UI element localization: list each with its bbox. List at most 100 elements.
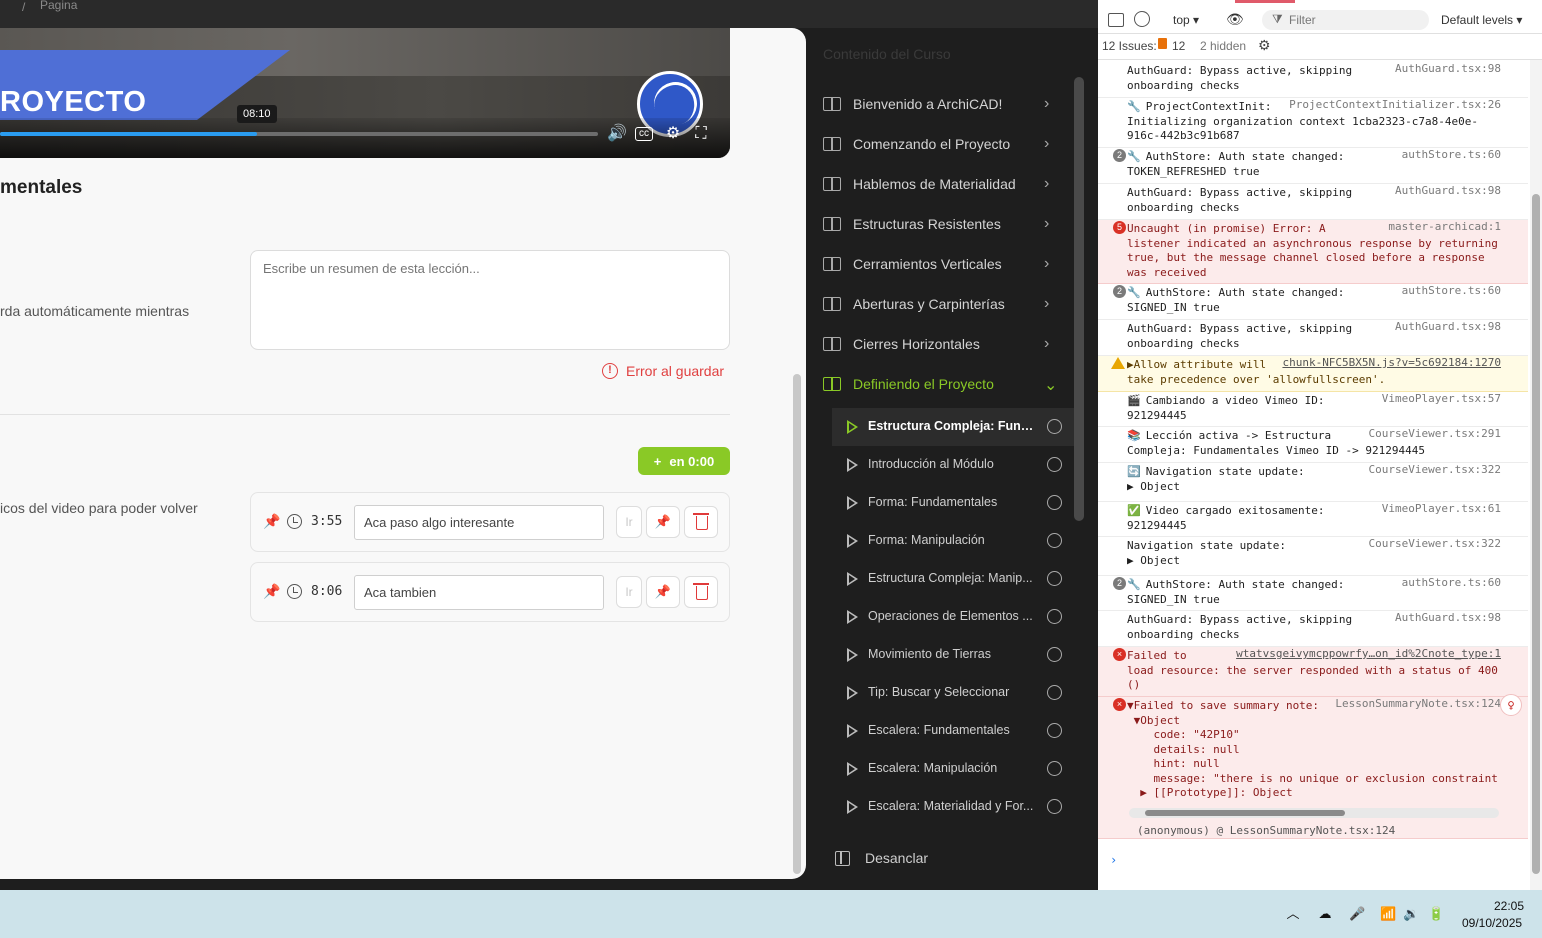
completion-circle-icon[interactable]	[1047, 799, 1062, 814]
video-progress-track[interactable]	[0, 132, 598, 136]
console-message[interactable]: AuthGuard: Bypass active, skipping onboa…	[1098, 62, 1528, 98]
fullscreen-icon[interactable]: ⛶	[691, 124, 711, 144]
lesson-item[interactable]: Forma: Fundamentales	[832, 484, 1074, 522]
source-link[interactable]: AuthGuard.tsx:98	[1395, 320, 1501, 335]
object-hscrollbar[interactable]	[1129, 808, 1499, 818]
note-timestamp[interactable]: 3:55	[311, 514, 342, 529]
note-text-input[interactable]	[354, 505, 604, 540]
source-link[interactable]: AuthGuard.tsx:98	[1395, 184, 1501, 199]
video-player[interactable]: ROYECTO 08:10 🔊 cc ⚙ ⛶	[0, 28, 730, 158]
sidebar-toggle-icon[interactable]	[1108, 13, 1124, 27]
console-message[interactable]: 2 🔧 AuthStore: Auth state changed: TOKEN_R…	[1098, 148, 1528, 184]
console-message[interactable]: 2 🔧 AuthStore: Auth state changed: SIGNED_…	[1098, 284, 1528, 320]
chapter-item[interactable]: Bienvenido a ArchiCAD! ›	[806, 85, 1074, 125]
lesson-item[interactable]: Estructura Compleja: Funda...	[832, 408, 1074, 446]
completion-circle-icon[interactable]	[1047, 457, 1062, 472]
note-text-input[interactable]	[354, 575, 604, 610]
source-link[interactable]: LessonSummaryNote.tsx:124	[1335, 697, 1501, 712]
chapter-item[interactable]: Comenzando el Proyecto ›	[806, 125, 1074, 165]
lesson-item[interactable]: Escalera: Fundamentales	[832, 712, 1074, 750]
source-link[interactable]: VimeoPlayer.tsx:61	[1382, 502, 1501, 517]
clock-date[interactable]: 09/10/2025	[1462, 916, 1522, 930]
eye-icon[interactable]: 👁	[1226, 11, 1244, 28]
completion-circle-icon[interactable]	[1047, 647, 1062, 662]
console-message[interactable]: 🔄 Navigation state update: ▶ Object Course…	[1098, 463, 1528, 502]
console-message[interactable]: × Failed to load resource: the server res…	[1098, 647, 1528, 697]
pin-note-button[interactable]: 📌	[646, 576, 680, 608]
mic-icon[interactable]: 🎤	[1349, 906, 1365, 922]
console-message[interactable]: 🔧 ProjectContextInit: Initializing organi…	[1098, 98, 1528, 148]
lesson-item[interactable]: Tip: Buscar y Seleccionar	[832, 674, 1074, 712]
lesson-item[interactable]: Forma: Manipulación	[832, 522, 1074, 560]
hidden-count[interactable]: 2 hidden	[1200, 39, 1246, 53]
console-message[interactable]: AuthGuard: Bypass active, skipping onboa…	[1098, 184, 1528, 220]
captions-icon[interactable]: cc	[635, 127, 653, 141]
source-link[interactable]: authStore.ts:60	[1402, 148, 1501, 163]
source-link[interactable]: AuthGuard.tsx:98	[1395, 611, 1501, 626]
source-link[interactable]: authStore.ts:60	[1402, 576, 1501, 591]
lesson-item[interactable]: Estructura Compleja: Manip...	[832, 560, 1074, 598]
source-link[interactable]: wtatvsgeivymcppowrfy…on_id%2Cnote_type:1	[1236, 647, 1501, 662]
console-message[interactable]: 📚 Lección activa -> Estructura Compleja: …	[1098, 427, 1528, 463]
console-prompt[interactable]: ›	[1110, 853, 1117, 867]
lesson-item[interactable]: Escalera: Materialidad y For...	[832, 788, 1074, 826]
source-link[interactable]: CourseViewer.tsx:322	[1369, 463, 1501, 478]
console-message[interactable]: 2 🔧 AuthStore: Auth state changed: SIGNED_…	[1098, 576, 1528, 611]
chapter-item[interactable]: Hablemos de Materialidad ›	[806, 165, 1074, 205]
console-message[interactable]: AuthGuard: Bypass active, skipping onboa…	[1098, 611, 1528, 647]
battery-icon[interactable]: 🔋	[1428, 906, 1444, 922]
console-message[interactable]: AuthGuard: Bypass active, skipping onboa…	[1098, 320, 1528, 356]
chapter-item[interactable]: Aberturas y Carpinterías ›	[806, 285, 1074, 325]
chapter-item[interactable]: Cierres Horizontales ›	[806, 325, 1074, 365]
completion-circle-icon[interactable]	[1047, 609, 1062, 624]
chapter-item[interactable]: Estructuras Resistentes ›	[806, 205, 1074, 245]
breadcrumb-current[interactable]: Pagina	[40, 0, 77, 12]
cloud-icon[interactable]: ☁	[1317, 906, 1333, 922]
issues-count[interactable]: 12	[1172, 39, 1185, 53]
lesson-item[interactable]: Movimiento de Tierras	[832, 636, 1074, 674]
clear-console-icon[interactable]	[1134, 11, 1150, 27]
console-settings-icon[interactable]: ⚙	[1258, 37, 1271, 54]
go-to-time-button[interactable]: Ir	[616, 506, 642, 538]
completion-circle-icon[interactable]	[1047, 533, 1062, 548]
pin-note-button[interactable]: 📌	[646, 506, 680, 538]
lesson-item[interactable]: Operaciones de Elementos ...	[832, 598, 1074, 636]
source-link[interactable]: ProjectContextInitializer.tsx:26	[1289, 98, 1501, 113]
chapter-item[interactable]: Definiendo el Proyecto ⌄	[806, 365, 1074, 405]
wifi-icon[interactable]: 📶	[1380, 906, 1396, 922]
note-timestamp[interactable]: 8:06	[311, 584, 342, 599]
context-select[interactable]: top ▾	[1173, 13, 1199, 27]
console-message[interactable]: ✅ Video cargado exitosamente: 921294445 Vi…	[1098, 502, 1528, 537]
completion-circle-icon[interactable]	[1047, 761, 1062, 776]
source-link[interactable]: master-archicad:1	[1388, 220, 1501, 235]
add-note-button[interactable]: + en 0:00	[638, 447, 730, 475]
insight-icon[interactable]: ♀	[1500, 694, 1522, 716]
completion-circle-icon[interactable]	[1047, 685, 1062, 700]
source-link[interactable]: authStore.ts:60	[1402, 284, 1501, 299]
source-link[interactable]: VimeoPlayer.tsx:57	[1382, 392, 1501, 407]
console-message[interactable]: 5 Uncaught (in promise) Error: A listener…	[1098, 220, 1528, 284]
summary-textarea[interactable]	[250, 250, 730, 350]
course-scrollbar[interactable]	[1074, 77, 1084, 521]
speaker-icon[interactable]: 🔉	[1403, 906, 1419, 922]
settings-icon[interactable]: ⚙	[663, 124, 683, 144]
lesson-item[interactable]: Escalera: Manipulación	[832, 750, 1074, 788]
go-to-time-button[interactable]: Ir	[616, 576, 642, 608]
delete-note-button[interactable]	[684, 576, 718, 608]
chevron-up-icon[interactable]: ︿	[1285, 906, 1301, 922]
source-link[interactable]: chunk-NFC5BX5N.js?v=5c692184:1270	[1282, 356, 1501, 371]
console-scrollbar[interactable]	[1530, 60, 1542, 890]
levels-dropdown[interactable]: Default levels ▾	[1441, 13, 1522, 27]
chapter-item[interactable]: Cerramientos Verticales ›	[806, 245, 1074, 285]
completion-circle-icon[interactable]	[1047, 723, 1062, 738]
completion-circle-icon[interactable]	[1047, 419, 1062, 434]
console-message[interactable]: Navigation state update: ▶ Object CourseV…	[1098, 537, 1528, 576]
lesson-item[interactable]: Introducción al Módulo	[832, 446, 1074, 484]
source-link[interactable]: CourseViewer.tsx:322	[1369, 537, 1501, 552]
source-link[interactable]: CourseViewer.tsx:291	[1369, 427, 1501, 442]
console-message[interactable]: ▶Allow attribute will take precedence ov…	[1098, 356, 1528, 392]
volume-icon[interactable]: 🔊	[607, 124, 627, 144]
completion-circle-icon[interactable]	[1047, 571, 1062, 586]
completion-circle-icon[interactable]	[1047, 495, 1062, 510]
stack-trace-text[interactable]: (anonymous) @ LessonSummaryNote.tsx:124	[1137, 824, 1395, 837]
